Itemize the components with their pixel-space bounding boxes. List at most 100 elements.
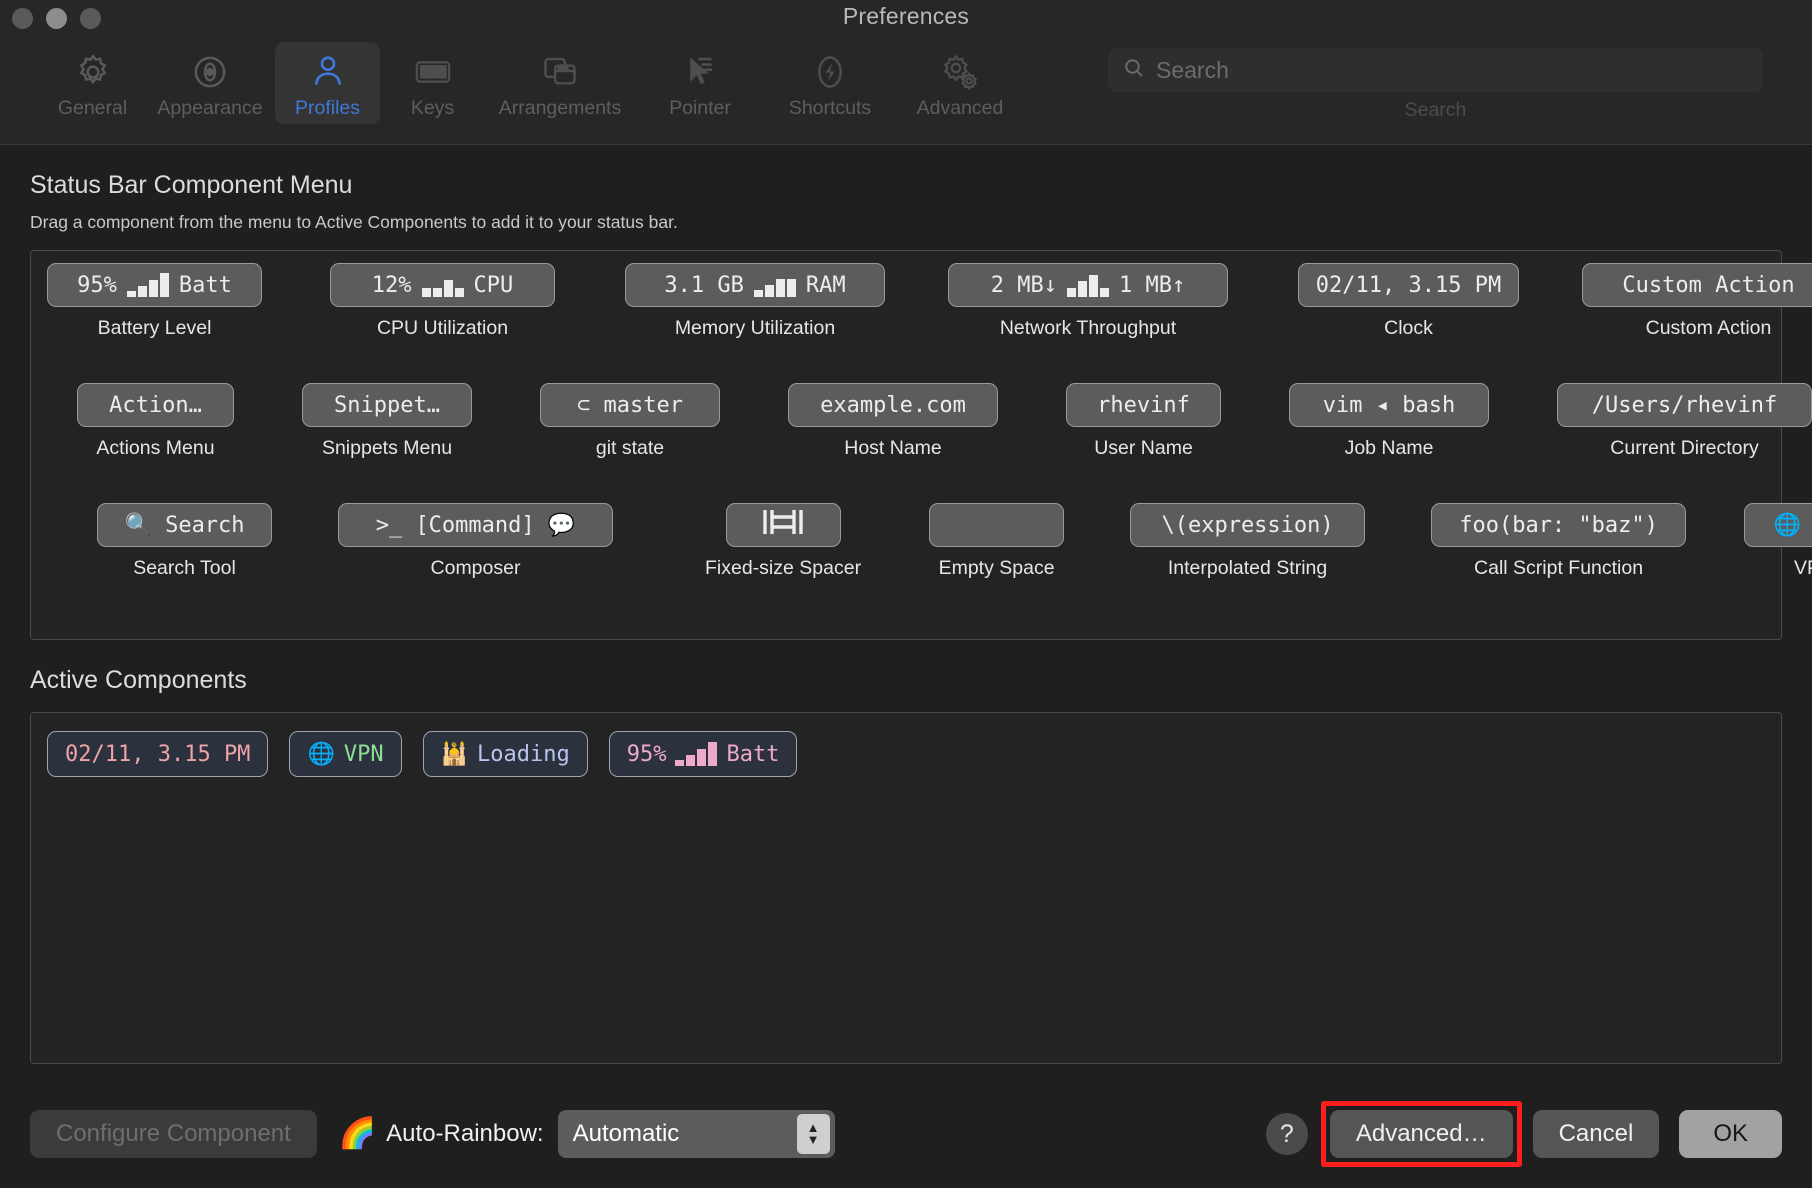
component-menu-item[interactable]: 2 MB↓ 1 MB↑ Network Throughput — [948, 263, 1228, 340]
loading-emoji-icon: 🕌 — [440, 741, 468, 767]
component-chip-text: 02/11, 3.15 PM — [1315, 272, 1502, 298]
active-components-panel[interactable]: 02/11, 3.15 PM 🌐 VPN 🕌 Loading 95% Batt — [30, 712, 1782, 1064]
component-menu-item[interactable]: 12% CPU CPU Utilization — [330, 263, 555, 340]
component-menu-item[interactable]: example.com Host Name — [788, 383, 998, 460]
help-button[interactable]: ? — [1265, 1113, 1308, 1155]
ok-button[interactable]: OK — [1679, 1110, 1782, 1158]
component-menu-row: 🔍 Search Search Tool >_ [Command] 💬 Compose… — [41, 503, 1812, 623]
component-menu-item[interactable]: Empty Space — [929, 503, 1065, 580]
active-chip-prefix: 95% — [626, 741, 667, 767]
tab-arrangements[interactable]: Arrangements — [485, 42, 635, 124]
component-chip-text: 3.1 GB — [664, 272, 744, 298]
component-menu-item[interactable]: rhevinf User Name — [1066, 383, 1221, 460]
chevron-up-down-icon[interactable]: ▲ ▼ — [796, 1114, 830, 1154]
component-menu-item[interactable]: /Users/rhevinf Current Directory — [1557, 383, 1812, 460]
active-chip-text: 02/11, 3.15 PM — [65, 741, 251, 767]
component-menu-item-label: Custom Action — [1645, 317, 1772, 339]
component-menu-item[interactable]: 95% Batt Battery Level — [47, 263, 262, 340]
component-chip[interactable]: \(expression) — [1130, 503, 1366, 547]
component-chip[interactable]: foo(bar: "baz") — [1431, 503, 1687, 547]
component-menu-item[interactable]: Snippet… Snippets Menu — [302, 383, 472, 460]
component-chip[interactable]: 🌐 VPN — [1744, 503, 1812, 547]
component-menu-item[interactable]: 02/11, 3.15 PM Clock — [1298, 263, 1519, 340]
component-menu-item-label: Job Name — [1344, 437, 1434, 459]
tab-general[interactable]: General — [40, 42, 145, 124]
gear-icon — [73, 49, 113, 95]
component-chip[interactable]: Snippet… — [302, 383, 472, 427]
window-titlebar: Preferences — [0, 0, 1812, 38]
person-icon — [308, 49, 348, 95]
component-chip[interactable] — [725, 503, 841, 547]
component-chip-text: foo(bar: "baz") — [1459, 512, 1658, 538]
tab-profiles[interactable]: Profiles — [275, 42, 380, 124]
component-chip-suffix: Batt — [178, 272, 232, 298]
component-chip[interactable]: Custom Action — [1582, 263, 1812, 307]
component-menu-item[interactable]: 3.1 GB RAM Memory Utilization — [625, 263, 885, 340]
component-menu-item-label: VPN — [1794, 557, 1812, 579]
component-menu-item[interactable]: 🌐 VPN VPN — [1744, 503, 1812, 580]
configure-component-button[interactable]: Configure Component — [30, 1110, 317, 1158]
active-component-vpn[interactable]: 🌐 VPN — [289, 731, 402, 777]
active-chip-text: Loading — [477, 741, 570, 767]
component-menu-item-label: Host Name — [844, 437, 942, 459]
tab-general-label: General — [57, 97, 128, 119]
tab-shortcuts[interactable]: Shortcuts — [765, 42, 895, 124]
component-menu-item[interactable]: Fixed-size Spacer — [705, 503, 861, 580]
component-chip[interactable]: Action… — [77, 383, 234, 427]
component-menu-item-label: Network Throughput — [999, 317, 1177, 339]
component-menu-item[interactable]: >_ [Command] 💬 Composer — [338, 503, 613, 580]
bolt-icon — [809, 49, 851, 95]
component-chip-text: 🌐 VPN — [1773, 512, 1812, 538]
search-icon — [1122, 56, 1146, 85]
cancel-button[interactable]: Cancel — [1532, 1110, 1660, 1158]
window-title: Preferences — [842, 3, 970, 29]
component-chip[interactable]: 3.1 GB RAM — [625, 263, 885, 307]
component-chip-text: Snippet… — [334, 392, 440, 418]
eye-icon — [190, 49, 230, 95]
keyboard-icon — [412, 49, 454, 95]
tab-appearance-label: Appearance — [157, 97, 263, 119]
component-chip[interactable] — [929, 503, 1065, 547]
component-menu-item-label: Call Script Function — [1474, 557, 1644, 579]
component-chip[interactable]: example.com — [788, 383, 998, 427]
component-menu-item[interactable]: Action… Actions Menu — [77, 383, 234, 460]
component-chip[interactable]: 🔍 Search — [97, 503, 272, 547]
component-chip[interactable]: >_ [Command] 💬 — [338, 503, 613, 547]
component-chip-text: /Users/rhevinf — [1591, 392, 1778, 418]
component-chip[interactable]: vim ◂ bash — [1289, 383, 1489, 427]
rainbow-icon: 🌈 — [338, 1117, 377, 1150]
tab-keys[interactable]: Keys — [380, 42, 485, 124]
component-menu-item-label: Battery Level — [97, 317, 212, 339]
component-chip[interactable]: 12% CPU — [330, 263, 555, 307]
component-menu-item[interactable]: \(expression) Interpolated String — [1130, 503, 1366, 580]
component-chip[interactable]: 95% Batt — [47, 263, 262, 307]
component-chip[interactable]: rhevinf — [1066, 383, 1221, 427]
active-component-battery[interactable]: 95% Batt — [608, 731, 798, 777]
component-chip[interactable]: ⊂ master — [540, 383, 720, 427]
component-chip[interactable]: /Users/rhevinf — [1557, 383, 1812, 427]
component-menu-row: Action… Actions Menu Snippet… Snippets Menu… — [41, 383, 1812, 503]
component-menu-item[interactable]: Custom Action Custom Action — [1582, 263, 1812, 340]
tab-advanced-label: Advanced — [916, 97, 1004, 119]
auto-rainbow-select[interactable]: Automatic ▲ ▼ — [557, 1110, 835, 1158]
tab-pointer[interactable]: Pointer — [635, 42, 765, 124]
search-placeholder: Search — [1156, 56, 1229, 83]
component-menu-item[interactable]: ⊂ master git state — [540, 383, 720, 460]
component-menu-item[interactable]: foo(bar: "baz") Call Script Function — [1431, 503, 1687, 580]
component-chip[interactable]: 02/11, 3.15 PM — [1298, 263, 1519, 307]
spacer-icon — [755, 507, 811, 543]
component-chip[interactable]: 2 MB↓ 1 MB↑ — [948, 263, 1228, 307]
status-bar-menu-subtitle: Drag a component from the menu to Active… — [30, 212, 678, 232]
bars-icon — [126, 273, 169, 297]
active-component-clock[interactable]: 02/11, 3.15 PM — [47, 731, 269, 777]
component-menu-item-label: CPU Utilization — [376, 317, 509, 339]
tab-advanced[interactable]: Advanced — [895, 42, 1025, 124]
search-field[interactable]: Search — [1108, 48, 1763, 92]
active-component-loading[interactable]: 🕌 Loading — [422, 731, 588, 777]
component-chip-text: 🔍 Search — [124, 512, 245, 538]
active-components-heading: Active Components — [30, 666, 247, 694]
component-menu-item[interactable]: 🔍 Search Search Tool — [97, 503, 272, 580]
tab-appearance[interactable]: Appearance — [145, 42, 275, 124]
component-menu-item[interactable]: vim ◂ bash Job Name — [1289, 383, 1489, 460]
advanced-button[interactable]: Advanced… — [1329, 1110, 1513, 1158]
